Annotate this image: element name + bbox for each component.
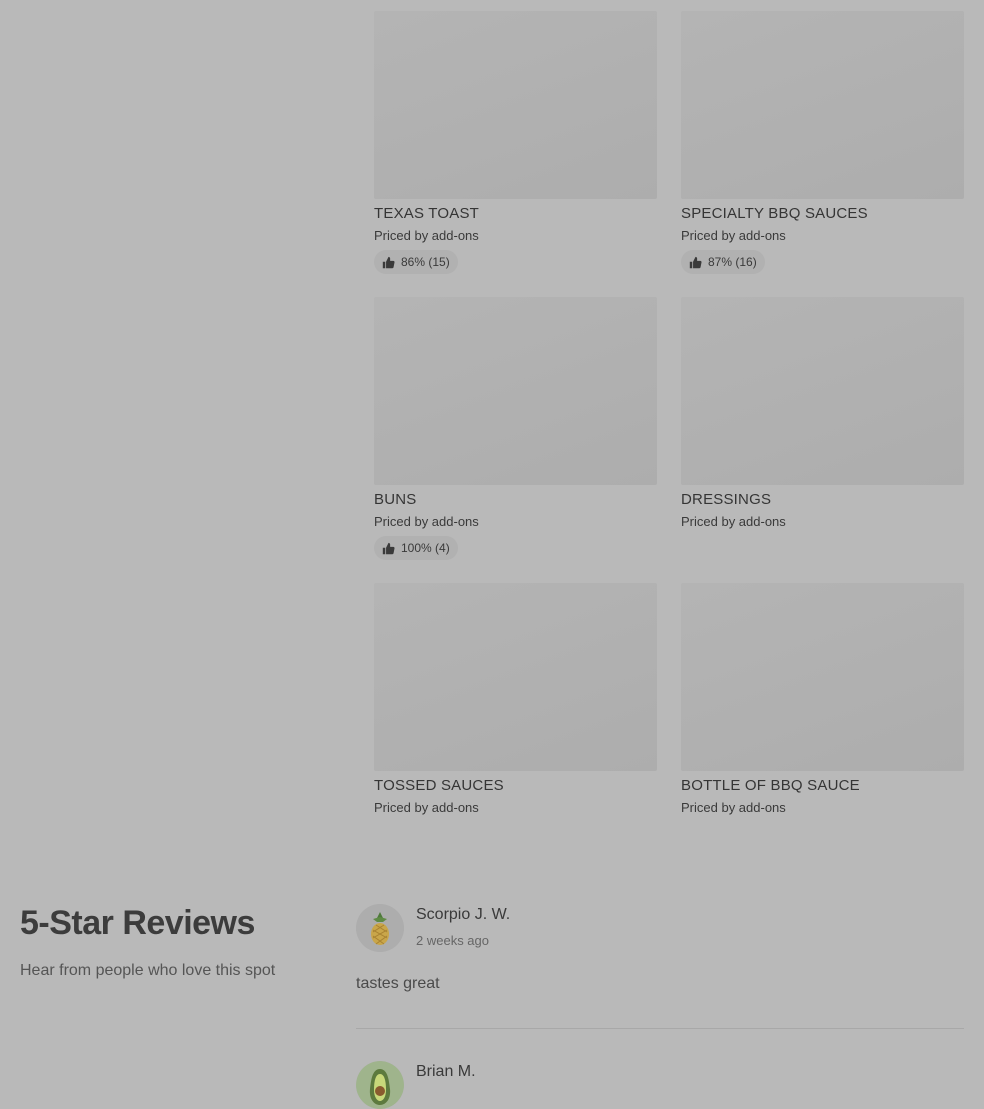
menu-item-price: Priced by add-ons <box>681 228 786 243</box>
rating-text: 87% (16) <box>708 255 757 269</box>
menu-item-title: BUNS <box>374 491 417 508</box>
thumbs-up-icon <box>382 256 395 268</box>
menu-item-title: SPECIALTY BBQ SAUCES <box>681 205 868 222</box>
menu-item-card[interactable]: DRESSINGS Priced by add-ons <box>681 297 964 583</box>
menu-item-image[interactable] <box>374 297 657 485</box>
reviewer-name[interactable]: Scorpio J. W. <box>416 906 510 924</box>
avatar[interactable] <box>356 1061 404 1109</box>
menu-item-card[interactable]: SPECIALTY BBQ SAUCES Priced by add-ons 8… <box>681 11 964 297</box>
review-date: 2 weeks ago <box>416 933 489 948</box>
menu-item-card[interactable]: TEXAS TOAST Priced by add-ons 86% (15) <box>374 11 657 297</box>
menu-item-card[interactable]: BOTTLE OF BBQ SAUCE Priced by add-ons <box>681 583 964 869</box>
rating-badge: 87% (16) <box>681 250 765 274</box>
rating-badge: 86% (15) <box>374 250 458 274</box>
menu-item-title: TEXAS TOAST <box>374 205 480 222</box>
menu-item-grid: TEXAS TOAST Priced by add-ons 86% (15) S… <box>374 11 964 869</box>
thumbs-up-icon <box>382 542 395 554</box>
menu-item-image[interactable] <box>681 297 964 485</box>
menu-item-price: Priced by add-ons <box>374 800 479 815</box>
pineapple-icon <box>356 904 404 952</box>
reviewer-name[interactable]: Brian M. <box>416 1063 476 1081</box>
avatar[interactable] <box>356 904 404 952</box>
menu-item-image[interactable] <box>681 583 964 771</box>
rating-badge: 100% (4) <box>374 536 458 560</box>
menu-item-title: BOTTLE OF BBQ SAUCE <box>681 777 860 794</box>
review-divider <box>356 1028 964 1029</box>
menu-item-image[interactable] <box>374 583 657 771</box>
menu-item-title: TOSSED SAUCES <box>374 777 504 794</box>
reviews-heading: 5-Star Reviews <box>20 904 255 942</box>
menu-item-image[interactable] <box>374 11 657 199</box>
rating-text: 86% (15) <box>401 255 450 269</box>
menu-item-price: Priced by add-ons <box>374 228 479 243</box>
review-text: tastes great <box>356 975 440 992</box>
rating-text: 100% (4) <box>401 541 450 555</box>
menu-item-price: Priced by add-ons <box>681 800 786 815</box>
menu-item-title: DRESSINGS <box>681 491 772 508</box>
menu-item-card[interactable]: BUNS Priced by add-ons 100% (4) <box>374 297 657 583</box>
reviews-subheading: Hear from people who love this spot <box>20 962 276 979</box>
menu-item-image[interactable] <box>681 11 964 199</box>
menu-item-price: Priced by add-ons <box>374 514 479 529</box>
avocado-icon <box>356 1061 404 1109</box>
menu-item-price: Priced by add-ons <box>681 514 786 529</box>
thumbs-up-icon <box>689 256 702 268</box>
menu-item-card[interactable]: TOSSED SAUCES Priced by add-ons <box>374 583 657 869</box>
